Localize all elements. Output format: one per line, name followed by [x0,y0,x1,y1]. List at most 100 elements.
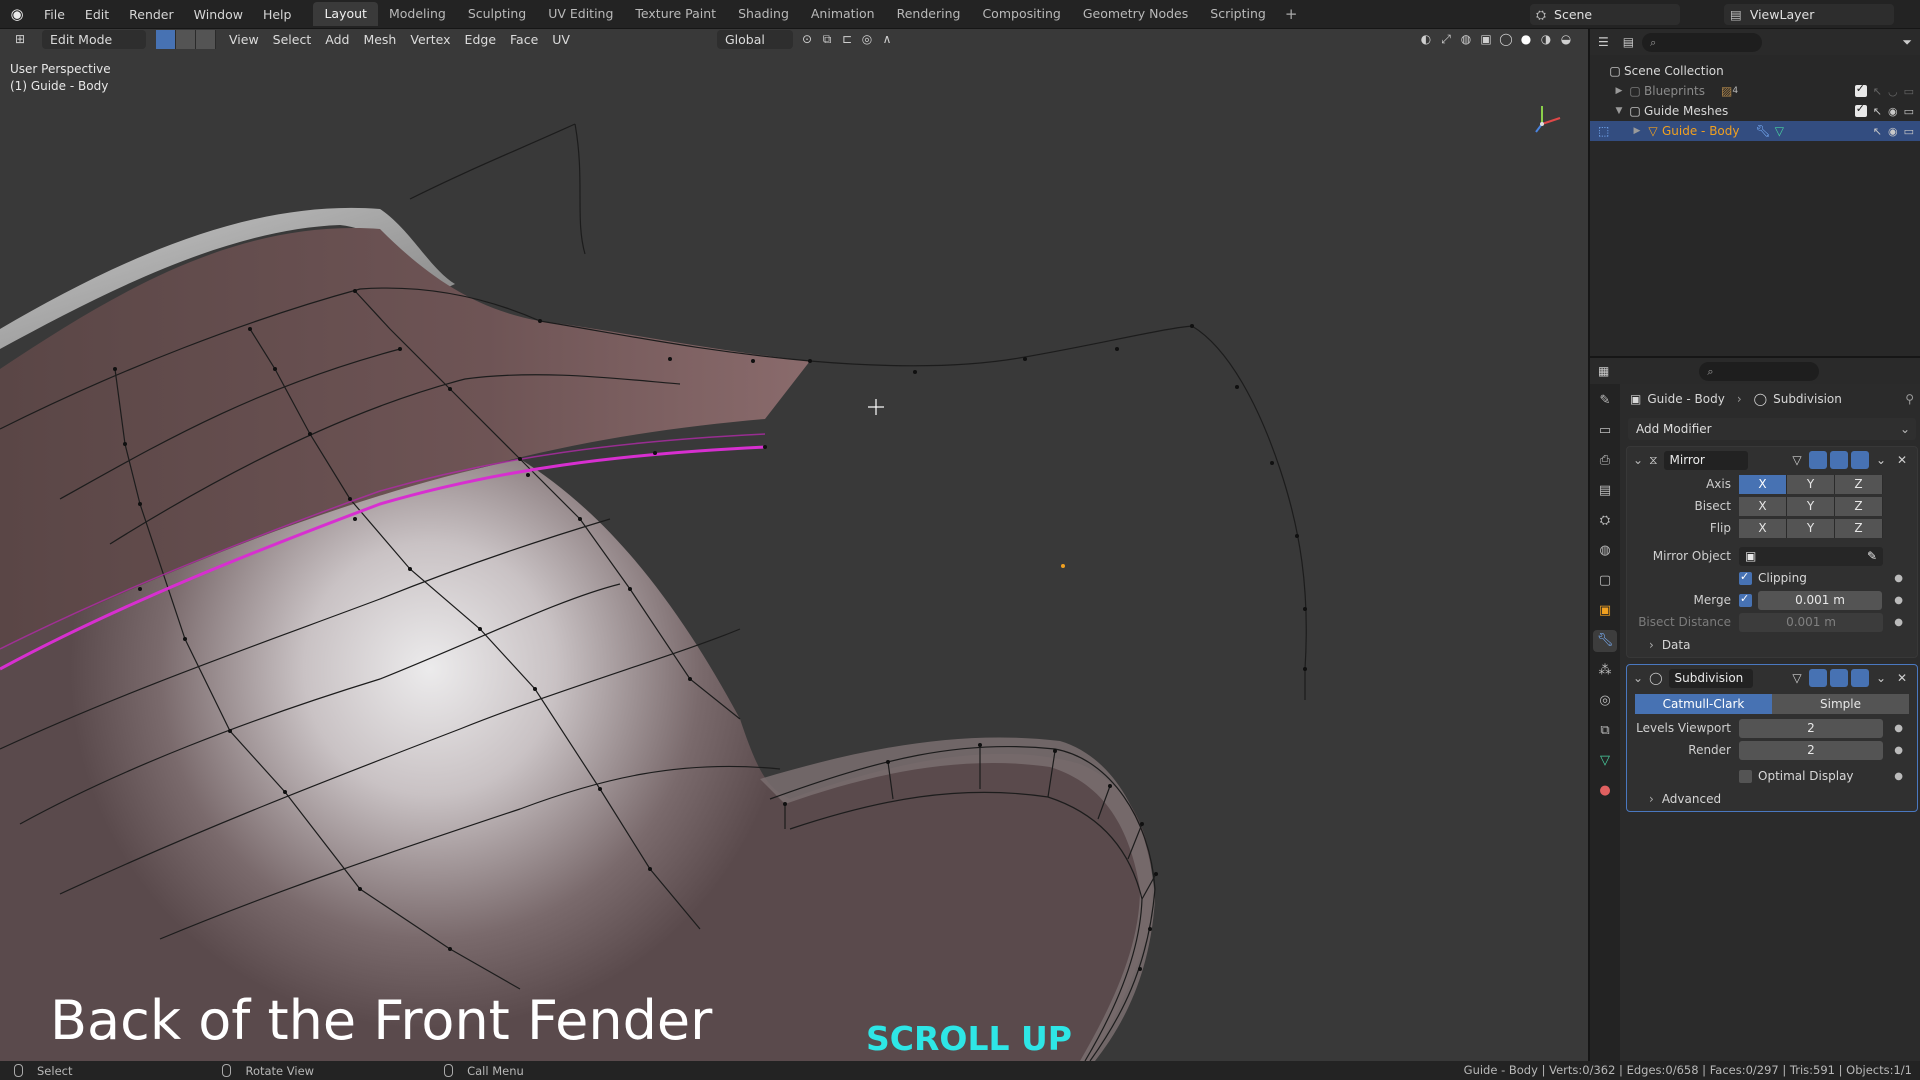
outliner-item-guide-body[interactable]: ⬚ ▶ ▽ Guide - Body 🔧︎ ▽ ↖ ◉ ▭ [1590,121,1920,141]
collapse-arrow-icon[interactable]: ⌄ [1633,453,1643,467]
scene-selector[interactable]: ⛭ Scene [1530,4,1680,25]
proportional-edit-icon[interactable]: ◎ [857,30,877,49]
pivot-point-icon[interactable]: ⊙ [797,30,817,49]
visibility-icon[interactable]: ◐ [1416,30,1436,49]
mirror-data-subpanel[interactable]: › Data [1627,633,1917,657]
axis-x-toggle[interactable]: X [1739,474,1787,494]
menu-help[interactable]: Help [253,0,302,29]
filter-icon[interactable]: ⏷ [1902,35,1912,50]
axis-y-toggle[interactable]: Y [1787,474,1835,494]
merge-checkbox[interactable] [1739,592,1752,607]
simple-button[interactable]: Simple [1772,694,1909,714]
3d-viewport[interactable]: ⊞ Edit Mode View Select Add Mesh Vertex … [0,29,1588,1061]
edit-mode-icon[interactable]: ⬚ [1598,124,1620,138]
render-toggle-icon[interactable] [1851,451,1869,469]
world-tab-icon[interactable]: ◍ [1593,540,1617,562]
menu-uv[interactable]: UV [545,30,577,49]
bisect-distance-field[interactable]: 0.001 m [1739,612,1883,632]
viewport-toggle-icon[interactable] [1830,451,1848,469]
material-shading-icon[interactable]: ◑ [1536,30,1556,49]
on-cage-icon[interactable]: ▽ [1788,669,1806,687]
data-tab-icon[interactable]: ▽ [1593,750,1617,772]
solid-shading-icon[interactable]: ● [1516,30,1536,49]
mirror-object-field[interactable]: ▣ ✎ [1739,546,1883,566]
bisect-y-toggle[interactable]: Y [1787,496,1835,516]
mirror-name-field[interactable]: Mirror [1663,450,1748,470]
constraints-tab-icon[interactable]: ⧉ [1593,720,1617,742]
menu-add[interactable]: Add [318,30,356,49]
tab-compositing[interactable]: Compositing [971,2,1071,26]
catmull-clark-button[interactable]: Catmull-Clark [1635,694,1772,714]
wireframe-shading-icon[interactable]: ◯ [1496,30,1516,49]
tab-uv-editing[interactable]: UV Editing [537,2,624,26]
menu-mesh[interactable]: Mesh [356,30,403,49]
keyframe-dot-icon[interactable]: ● [1894,723,1903,734]
overlays-icon[interactable]: ◍ [1456,30,1476,49]
edit-mode-toggle-icon[interactable] [1809,451,1827,469]
outliner-search-input[interactable]: ⌕ [1642,32,1763,52]
render-toggle-icon[interactable]: ▭ [1904,85,1914,98]
flip-x-toggle[interactable]: X [1739,518,1787,538]
remove-modifier-icon[interactable]: ✕ [1893,669,1911,687]
subdivision-advanced-subpanel[interactable]: › Advanced [1627,787,1917,811]
collection-tab-icon[interactable]: ▢ [1593,570,1617,592]
outliner-item-guide-meshes[interactable]: ▼ ▢ Guide Meshes ↖ ◉ ▭ [1590,101,1920,121]
snap-target-icon[interactable]: ⊏ [837,30,857,49]
face-select-icon[interactable] [196,30,216,49]
tab-animation[interactable]: Animation [800,2,886,26]
snap-icon[interactable]: ⧉ [817,30,837,49]
edit-mode-toggle-icon[interactable] [1809,669,1827,687]
tab-scripting[interactable]: Scripting [1199,2,1277,26]
falloff-icon[interactable]: ∧ [877,30,897,49]
collapse-arrow-icon[interactable]: ⌄ [1633,671,1643,685]
tab-sculpting[interactable]: Sculpting [457,2,537,26]
bisect-z-toggle[interactable]: Z [1835,496,1883,516]
merge-value-field[interactable]: 0.001 m [1758,590,1882,610]
properties-editor-icon[interactable]: ▦ [1598,364,1609,378]
keyframe-dot-icon[interactable]: ● [1894,595,1903,606]
menu-window[interactable]: Window [184,0,253,29]
select-toggle-icon[interactable]: ↖ [1873,125,1882,138]
flip-z-toggle[interactable]: Z [1835,518,1883,538]
tool-tab-icon[interactable]: ✎ [1593,390,1617,412]
navigation-gizmo-icon[interactable] [1528,98,1568,138]
levels-viewport-field[interactable]: 2 [1739,718,1883,738]
menu-render[interactable]: Render [119,0,184,29]
view-layer-selector[interactable]: ▤ ViewLayer [1724,4,1894,25]
menu-vertex[interactable]: Vertex [403,30,457,49]
blender-logo-icon[interactable]: ◉ [0,0,34,29]
expand-arrow-icon[interactable]: ▼ [1612,106,1626,116]
dropdown-icon[interactable]: ⌄ [1872,669,1890,687]
rendered-shading-icon[interactable]: ◒ [1556,30,1576,49]
viewport-canvas[interactable] [0,29,1588,1061]
add-modifier-button[interactable]: Add Modifier ⌄ [1628,418,1916,440]
hide-toggle-icon[interactable]: ◡ [1888,85,1898,98]
object-tab-icon[interactable]: ▣ [1593,600,1617,622]
output-tab-icon[interactable]: ⎙ [1593,450,1617,472]
exclude-checkbox[interactable] [1854,82,1867,97]
xray-icon[interactable]: ▣ [1476,30,1496,49]
render-toggle-icon[interactable]: ▭ [1904,125,1914,138]
particles-tab-icon[interactable]: ⁂ [1593,660,1617,682]
menu-face[interactable]: Face [503,30,545,49]
exclude-checkbox[interactable] [1854,102,1867,117]
optimal-display-checkbox[interactable] [1739,769,1752,783]
mode-selector[interactable]: Edit Mode [42,30,146,49]
remove-modifier-icon[interactable]: ✕ [1893,451,1911,469]
outliner-item-blueprints[interactable]: ▶ ▢ Blueprints ▨ 4 ↖ ◡ ▭ [1590,81,1920,101]
outliner-editor-icon[interactable]: ☰ [1598,35,1609,49]
add-workspace-icon[interactable]: + [1277,5,1306,23]
editor-type-icon[interactable]: ⊞ [10,30,30,49]
pin-icon[interactable]: ⚲ [1905,392,1914,406]
hide-toggle-icon[interactable]: ◉ [1888,125,1898,138]
axis-z-toggle[interactable]: Z [1835,474,1883,494]
on-cage-icon[interactable]: ▽ [1788,451,1806,469]
select-toggle-icon[interactable]: ↖ [1873,105,1882,118]
properties-search-input[interactable]: ⌕ [1699,361,1820,381]
keyframe-dot-icon[interactable]: ● [1894,745,1903,756]
outliner-item-scene-collection[interactable]: ▢ Scene Collection [1590,61,1920,81]
clipping-checkbox[interactable] [1739,570,1752,585]
subdivision-name-field[interactable]: Subdivision [1668,668,1753,688]
tab-rendering[interactable]: Rendering [886,2,972,26]
view-layer-tab-icon[interactable]: ▤ [1593,480,1617,502]
